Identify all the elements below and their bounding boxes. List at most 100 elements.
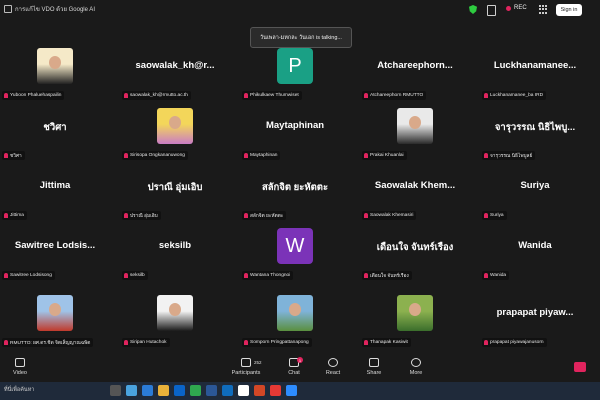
participant-tile[interactable]: Sawitree Lodsis... Sawitree Lodsisong: [0, 224, 110, 282]
participant-name: Luckhanamanee_ba IRD: [490, 93, 544, 98]
participant-display-name: จารุวรรณ นิธิไพบู...: [494, 122, 576, 133]
participant-tile[interactable]: Atchareephorn... Atchareephorn RMUTTO: [360, 44, 470, 102]
chrome-icon[interactable]: [270, 385, 281, 396]
chat-badge: 1: [297, 357, 303, 363]
muted-mic-icon: [244, 213, 248, 218]
participant-tile[interactable]: เดือนใจ จันทร์เรือง เดือนใจ จันทร์เรือง: [360, 224, 470, 282]
participant-name-label: Jittima: [2, 211, 27, 220]
muted-mic-icon: [4, 153, 8, 158]
participant-display-name: Maytaphinan: [265, 120, 325, 131]
participant-display-name: Sawitree Lodsis...: [14, 240, 96, 251]
participant-tile[interactable]: Siripan Hutachok: [120, 291, 230, 349]
participant-name-label: Saowalak Khemasiri: [362, 211, 417, 220]
participant-name: Wanida: [490, 273, 507, 278]
participant-tile[interactable]: Sirisopa Ongkananuwong: [120, 104, 230, 162]
participant-name: ปราณี อุ่มเอิบ: [130, 213, 158, 219]
participant-name-label: prapapat piyawajanusorn: [482, 338, 547, 347]
file-explorer-icon[interactable]: [158, 385, 169, 396]
chat-button[interactable]: 1 Chat: [276, 357, 312, 376]
task-view-icon[interactable]: [110, 385, 121, 396]
powerpoint-icon[interactable]: [254, 385, 265, 396]
participant-tile[interactable]: ชวิศา ชวิศา: [0, 104, 110, 162]
participant-display-name: Suriya: [520, 180, 550, 191]
participant-tile[interactable]: สลักจิต ยะหัตตะ สลักจิต ยะหัตตะ: [240, 164, 350, 222]
participant-video: [37, 48, 73, 84]
participant-tile[interactable]: Jittima Jittima: [0, 164, 110, 222]
participant-name-label: RMUTTO: ผศ.ดร.ชิด จิตเส็ญญาณฉพิต: [2, 338, 94, 347]
participant-name-label: เดือนใจ จันทร์เรือง: [362, 271, 412, 280]
avatar: P: [277, 48, 313, 84]
participant-tile[interactable]: Wanida Wanida: [480, 224, 590, 282]
heart-icon: [328, 358, 338, 367]
participant-tile[interactable]: Saowalak Khem... Saowalak Khemasiri: [360, 164, 470, 222]
participant-tile[interactable]: Yuboon Phaluehaspailin: [0, 44, 110, 102]
react-button[interactable]: React: [315, 358, 351, 376]
participant-tile[interactable]: จารุวรรณ นิธิไพบู... จารุวรรณ นิธิไพบูลย์: [480, 104, 590, 162]
participant-name: Atchareephorn RMUTTO: [370, 93, 424, 98]
participant-tile[interactable]: RMUTTO: ผศ.ดร.ชิด จิตเส็ญญาณฉพิต: [0, 291, 110, 349]
participant-tile[interactable]: P Phikulkaew Thumwiset: [240, 44, 350, 102]
participant-name: Sirisopa Ongkananuwong: [130, 153, 185, 158]
person-silhouette: [409, 116, 421, 129]
participant-name: Saowalak Khemasiri: [370, 213, 414, 218]
participant-name: Phikulkaew Thumwiset: [250, 93, 299, 98]
muted-mic-icon: [364, 340, 368, 345]
video-button[interactable]: Video: [2, 358, 38, 376]
participant-tile[interactable]: saowalak_kh@r... saowalak_kh@rmutto.ac.th: [120, 44, 230, 102]
participant-name: เดือนใจ จันทร์เรือง: [370, 273, 409, 279]
share-button[interactable]: Share: [356, 358, 392, 376]
participant-display-name: Atchareephorn...: [377, 60, 453, 71]
zoom-icon[interactable]: [286, 385, 297, 396]
participant-name-label: Atchareephorn RMUTTO: [362, 91, 427, 100]
muted-mic-icon: [484, 213, 488, 218]
participant-tile[interactable]: prapapat piyaw... prapapat piyawajanusorn: [480, 291, 590, 349]
end-call-button[interactable]: [574, 362, 586, 372]
more-icon: [411, 358, 421, 367]
share-icon: [369, 358, 379, 367]
participant-name: RMUTTO: ผศ.ดร.ชิด จิตเส็ญญาณฉพิต: [10, 340, 91, 346]
participant-display-name: เดือนใจ จันทร์เรือง: [376, 242, 454, 253]
participant-display-name: seksilb: [158, 240, 192, 251]
participant-tile[interactable]: Maytaphinan Maytaphinan: [240, 104, 350, 162]
participants-icon: [241, 358, 251, 367]
gallery-view-icon[interactable]: [539, 5, 548, 14]
muted-mic-icon: [4, 213, 8, 218]
participant-tile[interactable]: Thanapak Kasiwit: [360, 291, 470, 349]
photos-icon[interactable]: [238, 385, 249, 396]
edge-icon[interactable]: [142, 385, 153, 396]
outlook-icon[interactable]: [222, 385, 233, 396]
excel-icon[interactable]: [190, 385, 201, 396]
record-indicator[interactable]: REC: [506, 5, 527, 11]
sign-in-button[interactable]: Sign in: [556, 4, 582, 16]
participant-tile[interactable]: W Wantana Thongnoi: [240, 224, 350, 282]
participant-tile[interactable]: Prakai Khuanlai: [360, 104, 470, 162]
participant-name: จารุวรรณ นิธิไพบูลย์: [490, 153, 533, 159]
taskbar-search[interactable]: ที่นี่เพื่อค้นหา: [4, 386, 34, 394]
video-icon: [15, 358, 25, 367]
participant-display-name: Jittima: [39, 180, 71, 191]
shield-icon[interactable]: [469, 5, 477, 14]
muted-mic-icon: [244, 93, 248, 98]
store-icon[interactable]: [174, 385, 185, 396]
participant-tile[interactable]: ปราณี อุ่มเอิบ ปราณี อุ่มเอิบ: [120, 164, 230, 222]
participant-name-label: สลักจิต ยะหัตตะ: [242, 211, 287, 220]
participant-tile[interactable]: Somporn Pringpattanapong: [240, 291, 350, 349]
participant-tile[interactable]: Luckhanamanee... Luckhanamanee_ba IRD: [480, 44, 590, 102]
participant-name-label: Luckhanamanee_ba IRD: [482, 91, 547, 100]
participant-display-name: prapapat piyaw...: [496, 307, 574, 318]
participant-name-label: saowalak_kh@rmutto.ac.th: [122, 91, 191, 100]
avatar: W: [277, 228, 313, 264]
more-button[interactable]: More: [398, 358, 434, 376]
participants-button[interactable]: Participants 252: [224, 358, 268, 376]
participant-tile[interactable]: Suriya Suriya: [480, 164, 590, 222]
person-silhouette: [289, 303, 301, 316]
os-taskbar: ที่นี่เพื่อค้นหา: [0, 382, 600, 400]
participant-tile[interactable]: seksilb seksilb: [120, 224, 230, 282]
participant-video: [397, 108, 433, 144]
word-icon[interactable]: [206, 385, 217, 396]
copilot-icon[interactable]: [126, 385, 137, 396]
participant-name-label: Phikulkaew Thumwiset: [242, 91, 302, 100]
document-icon[interactable]: [487, 5, 496, 16]
participant-video: [277, 295, 313, 331]
participant-name: Wantana Thongnoi: [250, 273, 291, 278]
